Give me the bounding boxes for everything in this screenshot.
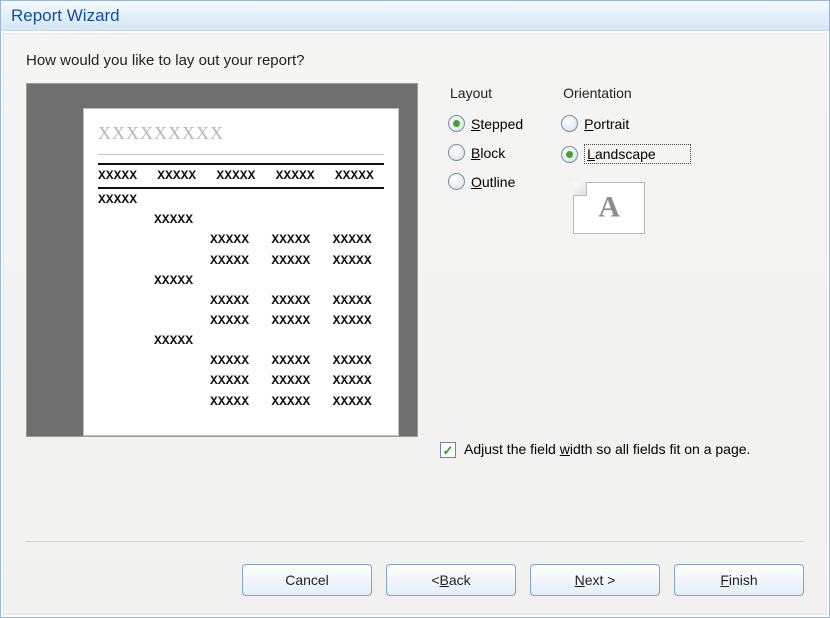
- preview-group1: XXXXX: [98, 190, 384, 210]
- preview-heading: XXXXXXXXX: [98, 123, 384, 144]
- radio-icon: [561, 146, 578, 163]
- back-button[interactable]: < Back: [386, 564, 516, 596]
- checkbox-icon: ✓: [440, 442, 456, 458]
- preview-detail: XXXXXXXXXXXXXXX: [210, 392, 384, 412]
- radio-stepped[interactable]: Stepped: [448, 115, 523, 132]
- preview-divider-light: [98, 154, 384, 155]
- preview-detail: XXXXXXXXXXXXXXX: [210, 371, 384, 391]
- page-fold-icon: [573, 182, 587, 196]
- radio-label: Outline: [471, 174, 515, 190]
- preview-group1-sub: XXXXX: [154, 331, 384, 351]
- report-wizard-window: Report Wizard How would you like to lay …: [0, 0, 830, 618]
- preview-divider-top2: [98, 187, 384, 189]
- client-area: How would you like to lay out your repor…: [3, 33, 827, 615]
- preview-detail: XXXXXXXXXXXXXXX: [210, 230, 384, 250]
- preview-divider-top1: [98, 163, 384, 165]
- radio-label: Portrait: [584, 116, 629, 132]
- orientation-icon-letter: A: [598, 190, 620, 224]
- next-button[interactable]: Next >: [530, 564, 660, 596]
- layout-group: Layout Stepped Block Outline: [448, 85, 523, 234]
- radio-landscape[interactable]: Landscape: [561, 144, 691, 164]
- radio-label: Stepped: [471, 116, 523, 132]
- radio-label: Block: [471, 145, 505, 161]
- cancel-button[interactable]: Cancel: [242, 564, 372, 596]
- window-title: Report Wizard: [11, 6, 120, 26]
- titlebar: Report Wizard: [1, 1, 829, 31]
- preview-header-row: XXXXX XXXXX XXXXX XXXXX XXXXX: [98, 166, 384, 186]
- radio-icon: [561, 115, 578, 132]
- orientation-group-label: Orientation: [563, 85, 691, 101]
- preview-detail: XXXXXXXXXXXXXXX: [210, 291, 384, 311]
- preview-detail: XXXXXXXXXXXXXXX: [210, 251, 384, 271]
- orientation-icon: A: [573, 182, 645, 234]
- preview-group1-sub: XXXXX: [154, 271, 384, 291]
- checkbox-label: Adjust the field width so all fields fit…: [464, 440, 750, 459]
- options-area: Layout Stepped Block Outline: [440, 83, 804, 234]
- radio-icon: [448, 115, 465, 132]
- orientation-group: Orientation Portrait Landscape A: [561, 85, 691, 234]
- preview-page: XXXXXXXXX XXXXX XXXXX XXXXX XXXXX XXXXX …: [83, 108, 399, 436]
- button-row: Cancel < Back Next > Finish: [242, 564, 804, 596]
- question-text: How would you like to lay out your repor…: [26, 52, 804, 69]
- radio-block[interactable]: Block: [448, 144, 523, 161]
- radio-outline[interactable]: Outline: [448, 173, 523, 190]
- layout-preview: XXXXXXXXX XXXXX XXXXX XXXXX XXXXX XXXXX …: [26, 83, 418, 437]
- layout-group-label: Layout: [450, 85, 523, 101]
- adjust-width-checkbox[interactable]: ✓ Adjust the field width so all fields f…: [440, 440, 800, 459]
- checkmark-icon: ✓: [443, 444, 454, 457]
- radio-icon: [448, 173, 465, 190]
- preview-data-grid: XXXXX XXXXX XXXXX XXXXX XXXXX XXXXX XXXX…: [98, 166, 384, 412]
- preview-detail: XXXXXXXXXXXXXXX: [210, 311, 384, 331]
- radio-icon: [448, 144, 465, 161]
- radio-label: Landscape: [584, 144, 691, 164]
- preview-group1-sub: XXXXX: [154, 210, 384, 230]
- button-separator: [26, 541, 804, 542]
- radio-portrait[interactable]: Portrait: [561, 115, 691, 132]
- finish-button[interactable]: Finish: [674, 564, 804, 596]
- preview-detail: XXXXXXXXXXXXXXX: [210, 351, 384, 371]
- content-row: XXXXXXXXX XXXXX XXXXX XXXXX XXXXX XXXXX …: [26, 83, 804, 437]
